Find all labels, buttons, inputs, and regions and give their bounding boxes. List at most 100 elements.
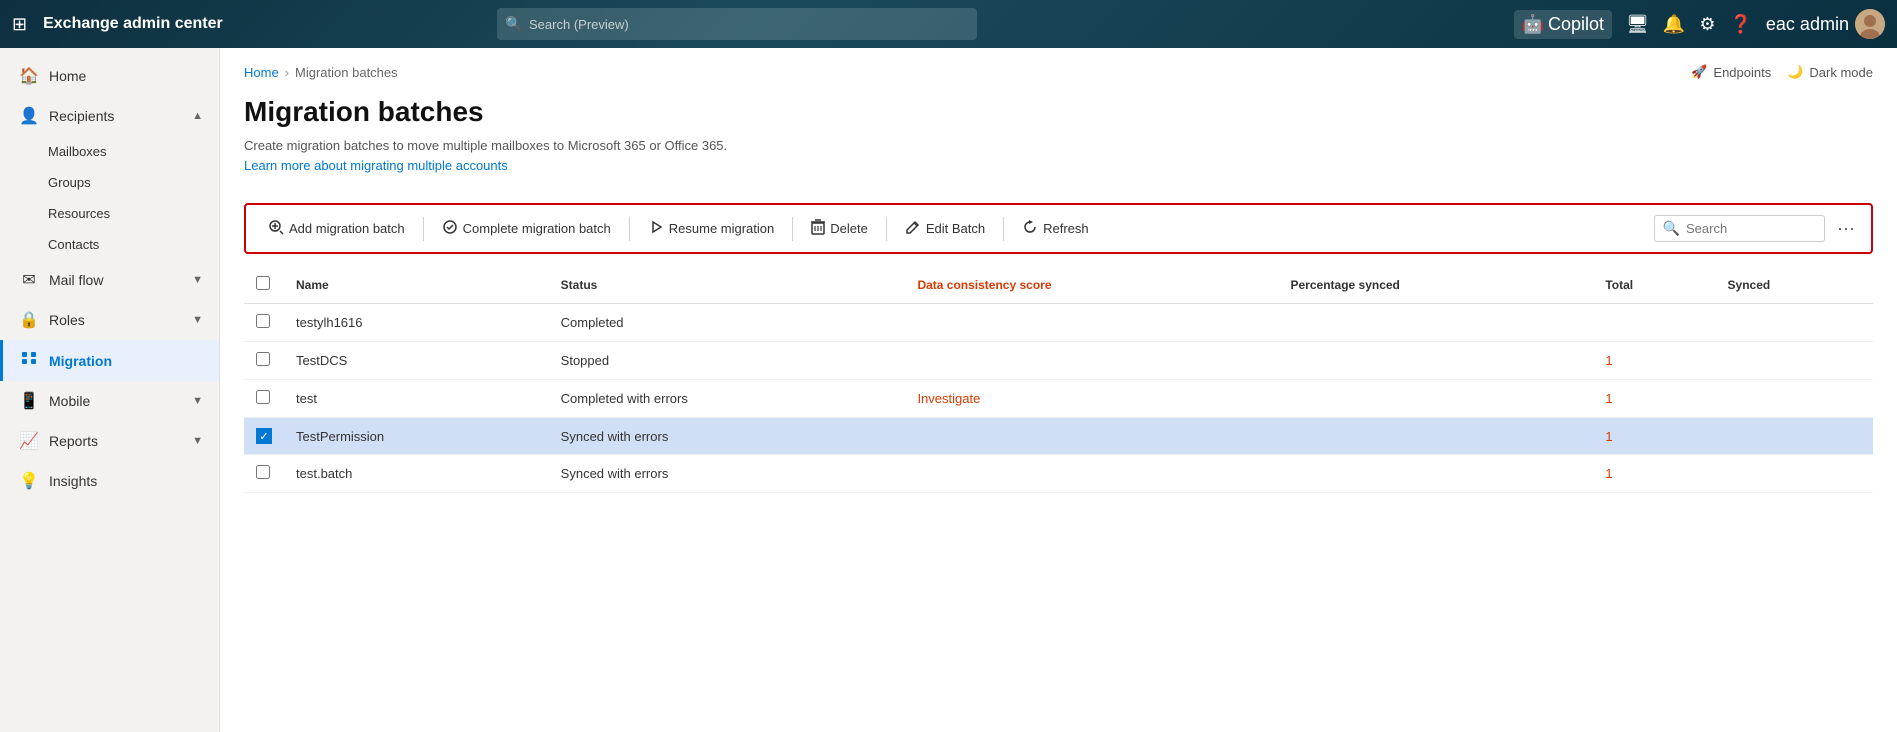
- sidebar-item-contacts[interactable]: Contacts: [48, 229, 219, 260]
- breadcrumb-actions: 🚀 Endpoints 🌙 Dark mode: [1691, 64, 1873, 80]
- refresh-label: Refresh: [1043, 221, 1089, 236]
- chevron-up-icon: ▲: [192, 110, 203, 122]
- topbar-search-input[interactable]: [497, 8, 977, 40]
- row-status: Stopped: [549, 342, 906, 380]
- sidebar-label-home: Home: [49, 68, 86, 84]
- sidebar-item-home[interactable]: 🏠 Home: [0, 56, 219, 96]
- sidebar-item-mailboxes[interactable]: Mailboxes: [48, 136, 219, 167]
- endpoints-button[interactable]: 🚀 Endpoints: [1691, 64, 1771, 80]
- col-total: Total: [1593, 266, 1715, 304]
- investigate-link[interactable]: Investigate: [917, 391, 980, 406]
- row-synced: [1716, 418, 1873, 455]
- row-synced: [1716, 304, 1873, 342]
- row-checkbox[interactable]: [256, 390, 270, 404]
- dark-mode-button[interactable]: 🌙 Dark mode: [1787, 64, 1873, 80]
- row-consistency: [905, 455, 1278, 493]
- sidebar-label-recipients: Recipients: [49, 108, 114, 124]
- learn-more-link[interactable]: Learn more about migrating multiple acco…: [244, 158, 508, 173]
- page-title: Migration batches: [244, 96, 1873, 128]
- toolbar-sep-2: [629, 217, 630, 241]
- sidebar-label-reports: Reports: [49, 433, 98, 449]
- sidebar-item-resources[interactable]: Resources: [48, 198, 219, 229]
- page-description: Create migration batches to move multipl…: [244, 136, 1873, 175]
- toolbar: Add migration batch Complete migration b…: [244, 203, 1873, 254]
- chevron-down-icon: ▼: [192, 274, 203, 286]
- roles-icon: 🔒: [19, 310, 39, 330]
- sidebar-label-mobile: Mobile: [49, 393, 90, 409]
- sidebar-item-migration[interactable]: Migration: [0, 340, 219, 381]
- table-search-input[interactable]: [1686, 221, 1816, 236]
- breadcrumb-separator: ›: [285, 65, 289, 80]
- more-options-button[interactable]: ···: [1833, 214, 1859, 243]
- breadcrumb-home[interactable]: Home: [244, 65, 279, 80]
- sidebar-item-mobile[interactable]: 📱 Mobile ▼: [0, 381, 219, 421]
- sidebar-item-roles[interactable]: 🔒 Roles ▼: [0, 300, 219, 340]
- table-row[interactable]: testCompleted with errorsInvestigate1: [244, 380, 1873, 418]
- user-label: eac admin: [1766, 14, 1849, 35]
- row-name: test.batch: [284, 455, 549, 493]
- sidebar-item-insights[interactable]: 💡 Insights: [0, 461, 219, 501]
- help-icon[interactable]: ❓: [1729, 14, 1751, 35]
- table-row[interactable]: TestPermissionSynced with errors1: [244, 418, 1873, 455]
- sidebar-item-reports[interactable]: 📈 Reports ▼: [0, 421, 219, 461]
- chevron-down-icon-mobile: ▼: [192, 395, 203, 407]
- sidebar-label-mailflow: Mail flow: [49, 272, 103, 288]
- col-name: Name: [284, 266, 549, 304]
- delete-icon: [811, 219, 825, 238]
- resume-icon: [648, 219, 664, 238]
- col-consistency: Data consistency score: [905, 266, 1278, 304]
- copilot-button[interactable]: 🤖 Copilot: [1514, 10, 1612, 39]
- row-checkbox[interactable]: [256, 428, 272, 444]
- row-status: Synced with errors: [549, 455, 906, 493]
- row-name: TestPermission: [284, 418, 549, 455]
- edit-batch-button[interactable]: Edit Batch: [895, 213, 995, 244]
- toolbar-sep-5: [1003, 217, 1004, 241]
- table-search-box[interactable]: 🔍: [1654, 215, 1825, 242]
- row-checkbox-cell: [244, 342, 284, 380]
- row-checkbox[interactable]: [256, 352, 270, 366]
- row-consistency[interactable]: Investigate: [905, 380, 1278, 418]
- bell-icon[interactable]: 🔔: [1663, 14, 1685, 35]
- row-checkbox[interactable]: [256, 465, 270, 479]
- home-icon: 🏠: [19, 66, 39, 86]
- sidebar-item-groups[interactable]: Groups: [48, 167, 219, 198]
- topbar-search-icon: 🔍: [505, 16, 522, 33]
- mail-icon: ✉: [19, 270, 39, 290]
- gear-icon[interactable]: ⚙: [1699, 14, 1715, 35]
- add-batch-icon: [268, 219, 284, 238]
- resume-migration-button[interactable]: Resume migration: [638, 213, 785, 244]
- select-all-checkbox[interactable]: [256, 276, 270, 290]
- mobile-icon: 📱: [19, 391, 39, 411]
- monitor-icon[interactable]: 🖥: [1626, 14, 1649, 35]
- table-row[interactable]: TestDCSStopped1: [244, 342, 1873, 380]
- row-consistency: [905, 304, 1278, 342]
- user-menu[interactable]: eac admin: [1766, 9, 1885, 39]
- complete-migration-button[interactable]: Complete migration batch: [432, 213, 621, 244]
- app-title: Exchange admin center: [43, 15, 223, 33]
- table-body: testylh1616CompletedTestDCSStopped1testC…: [244, 304, 1873, 493]
- delete-button[interactable]: Delete: [801, 213, 878, 244]
- add-migration-batch-button[interactable]: Add migration batch: [258, 213, 415, 244]
- topbar-search-container: 🔍: [497, 8, 977, 40]
- col-synced: Synced: [1716, 266, 1873, 304]
- refresh-button[interactable]: Refresh: [1012, 213, 1099, 244]
- table-row[interactable]: testylh1616Completed: [244, 304, 1873, 342]
- row-name: TestDCS: [284, 342, 549, 380]
- refresh-icon: [1022, 219, 1038, 238]
- row-status: Synced with errors: [549, 418, 906, 455]
- select-all-header: [244, 266, 284, 304]
- reports-icon: 📈: [19, 431, 39, 451]
- table-row[interactable]: test.batchSynced with errors1: [244, 455, 1873, 493]
- complete-icon: [442, 219, 458, 238]
- grid-icon[interactable]: ⊞: [12, 14, 27, 35]
- dark-mode-label: Dark mode: [1809, 65, 1873, 80]
- add-batch-label: Add migration batch: [289, 221, 405, 236]
- row-status: Completed with errors: [549, 380, 906, 418]
- topbar-actions: 🤖 Copilot 🖥 🔔 ⚙ ❓ eac admin: [1514, 9, 1885, 39]
- row-checkbox-cell: [244, 418, 284, 455]
- row-pct-synced: [1279, 418, 1594, 455]
- row-name: testylh1616: [284, 304, 549, 342]
- row-checkbox[interactable]: [256, 314, 270, 328]
- sidebar-item-mailflow[interactable]: ✉ Mail flow ▼: [0, 260, 219, 300]
- sidebar-item-recipients[interactable]: 👤 Recipients ▲: [0, 96, 219, 136]
